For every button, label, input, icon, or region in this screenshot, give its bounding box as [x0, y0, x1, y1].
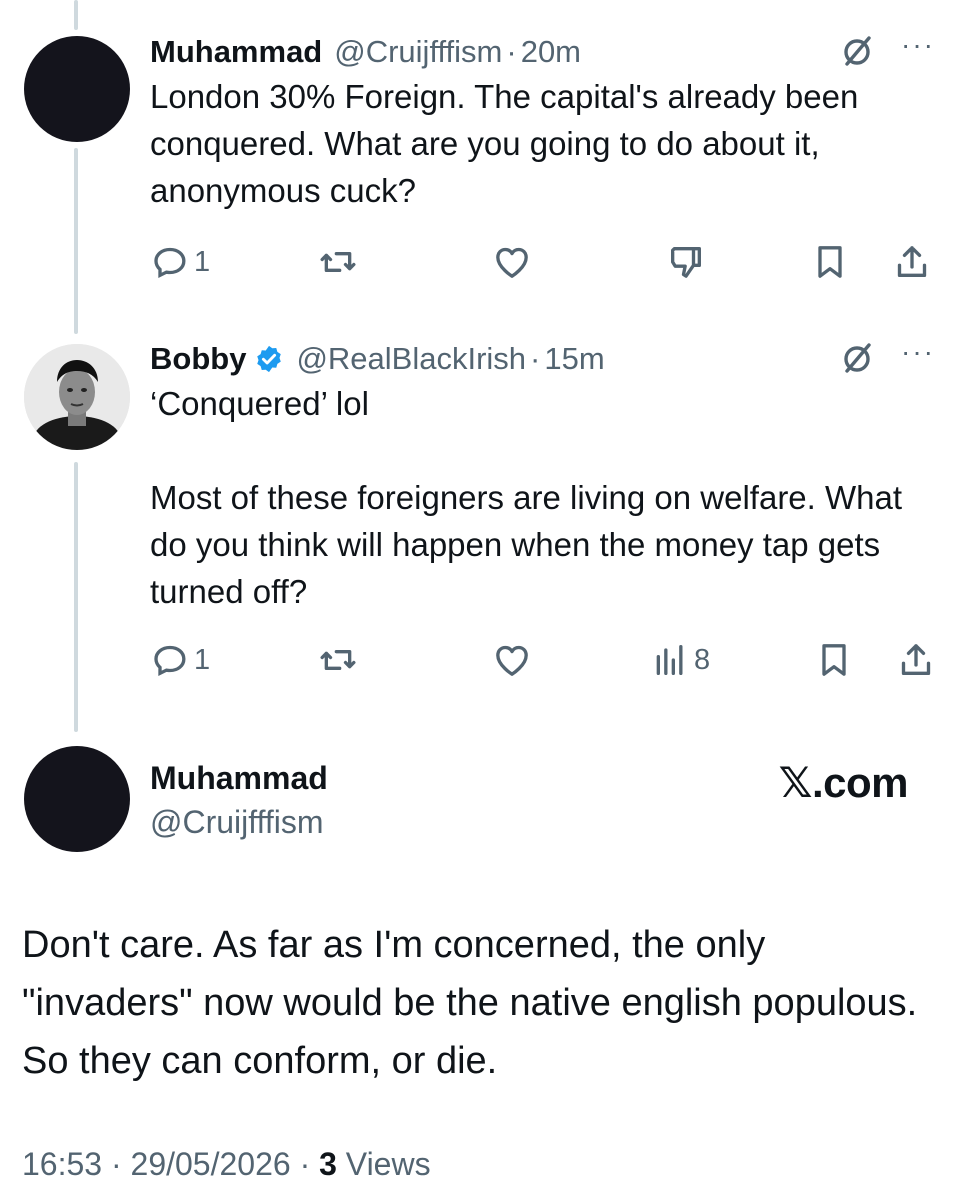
thread-line-1	[74, 148, 78, 334]
reply-icon	[154, 247, 186, 279]
like-button[interactable]	[492, 242, 532, 282]
separator-dot: ·	[299, 1146, 311, 1182]
heart-icon	[496, 645, 528, 676]
verified-badge-icon	[257, 345, 282, 373]
user-name[interactable]: Bobby	[150, 340, 246, 378]
user-name[interactable]: Muhammad	[150, 33, 322, 71]
tweet-2-header: Bobby @RealBlackIrish · 15m	[150, 340, 935, 378]
retweet-button[interactable]	[318, 640, 358, 680]
views-button[interactable]: 8	[650, 640, 710, 680]
tweet-text: London 30% Foreign. The capital's alread…	[150, 78, 868, 209]
tweet-1-header: Muhammad @Cruijfffism · 20m	[150, 33, 935, 71]
reply-count: 1	[194, 643, 211, 676]
tweet-2-header-icons: ···	[839, 338, 935, 376]
tweet-timestamp[interactable]: 16:53	[22, 1146, 102, 1182]
tweet-1-header-icons: ···	[839, 31, 935, 69]
analytics-icon	[656, 645, 683, 675]
share-icon	[897, 246, 927, 277]
avatar-photo	[24, 344, 130, 450]
main-tweet-header: Muhammad @Cruijfffism 𝕏.com	[150, 758, 920, 842]
more-options-icon[interactable]: ···	[901, 31, 935, 59]
bookmark-icon	[822, 644, 846, 676]
user-handle[interactable]: @Cruijfffism	[334, 33, 502, 71]
avatar-muhammad-main[interactable]	[24, 746, 130, 852]
thumbs-down-icon	[671, 247, 701, 278]
reply-count: 1	[194, 245, 211, 278]
avatar-bobby[interactable]	[24, 344, 130, 450]
bookmark-button[interactable]	[810, 242, 850, 282]
heart-icon	[496, 247, 528, 278]
x-com-watermark: 𝕏.com	[778, 759, 909, 806]
main-tweet-text: Don't care. As far as I'm concerned, the…	[22, 924, 918, 1082]
separator-dot: ·	[110, 1146, 122, 1182]
avatar-muhammad[interactable]	[24, 36, 130, 142]
grok-icon[interactable]	[839, 340, 875, 376]
bookmark-button[interactable]	[814, 640, 854, 680]
bookmark-icon	[818, 246, 842, 278]
share-button[interactable]	[892, 242, 932, 282]
tweet-1: Muhammad @Cruijfffism · 20m ··· London 3…	[150, 31, 935, 279]
user-handle[interactable]: @RealBlackIrish	[296, 340, 526, 378]
share-icon	[901, 644, 931, 675]
views-count: 8	[694, 643, 711, 676]
grok-icon[interactable]	[839, 33, 875, 69]
tweet-meta: 16:53 · 29/05/2026 · 3 Views	[22, 1144, 431, 1184]
tweet-text: ‘Conquered’ lol Most of these foreigners…	[150, 385, 903, 610]
more-options-icon[interactable]: ···	[901, 338, 935, 366]
views-label: Views	[345, 1146, 431, 1182]
reply-button[interactable]: 1	[150, 640, 210, 680]
tweet-2: Bobby @RealBlackIrish · 15m ··· ‘Conquer…	[150, 338, 935, 677]
reply-icon	[154, 645, 186, 677]
user-handle[interactable]: @Cruijfffism	[150, 802, 920, 842]
thread-line-top	[74, 0, 78, 30]
dislike-button[interactable]	[666, 242, 706, 282]
views-count: 3	[319, 1146, 337, 1182]
tweet-time[interactable]: 20m	[521, 33, 581, 71]
tweet-2-actions: 1 8	[150, 640, 935, 680]
thread-line-2	[74, 462, 78, 732]
separator-dot: ·	[506, 34, 517, 69]
share-button[interactable]	[896, 640, 936, 680]
retweet-button[interactable]	[318, 242, 358, 282]
tweet-time[interactable]: 15m	[544, 340, 604, 378]
retweet-icon	[320, 252, 356, 272]
separator-dot: ·	[530, 341, 541, 376]
tweet-1-actions: 1	[150, 242, 935, 282]
retweet-icon	[320, 650, 356, 670]
tweet-date[interactable]: 29/05/2026	[131, 1146, 291, 1182]
reply-button[interactable]: 1	[150, 242, 210, 282]
like-button[interactable]	[492, 640, 532, 680]
